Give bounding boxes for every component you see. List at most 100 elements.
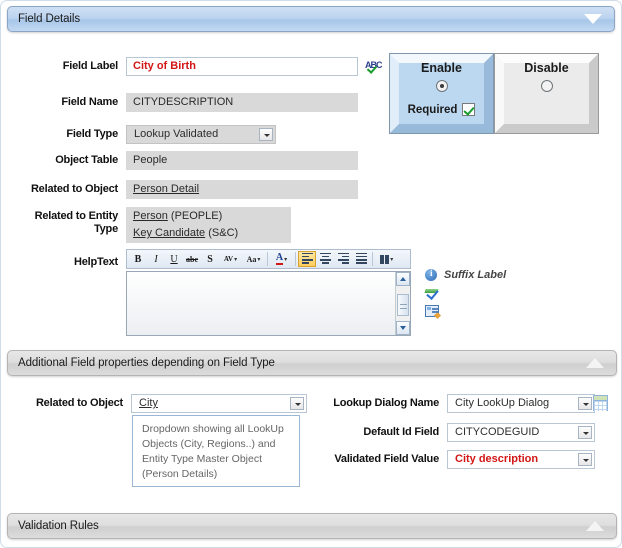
required-label: Required <box>407 103 458 116</box>
table-picker-icon[interactable] <box>593 395 608 411</box>
row-field-label: Field Label City of Birth <box>1 57 381 76</box>
entity-type-row[interactable]: Person (PEOPLE) <box>133 208 284 225</box>
chevron-down-icon[interactable] <box>578 426 592 439</box>
related-entity-type-values: Person (PEOPLE) Key Candidate (S&C) <box>126 207 291 243</box>
chevron-up-icon[interactable] <box>586 521 604 531</box>
suffix-icon-row <box>425 305 506 320</box>
related-to-object-value[interactable]: Person Detail <box>126 180 358 199</box>
entity-type-suffix-key-candidate: (S&C) <box>205 227 239 239</box>
table-picker-icon-cells <box>594 401 607 411</box>
section-header-validation-rules[interactable]: Validation Rules <box>7 513 617 539</box>
toolbar-divider <box>267 252 268 266</box>
character-spacing-icon[interactable]: AV ▾ <box>219 251 242 267</box>
suffix-label-cluster: Suffix Label <box>424 268 507 323</box>
required-checkbox-row[interactable]: Required <box>408 103 476 116</box>
object-table-value: People <box>126 151 358 170</box>
align-right-icon[interactable] <box>334 251 352 267</box>
form-edit-icon[interactable] <box>425 305 442 320</box>
chevron-up-icon[interactable] <box>586 358 604 368</box>
default-id-field-value: CITYCODEGUID <box>455 426 540 438</box>
row-related-to-object: Related to Object Person Detail <box>1 180 381 199</box>
scrollbar-thumb[interactable] <box>397 294 409 316</box>
default-id-field-dropdown[interactable]: CITYCODEGUID <box>447 423 595 442</box>
help-text-textarea[interactable] <box>126 271 411 336</box>
required-checkbox[interactable] <box>462 103 476 116</box>
help-text-scrollbar[interactable] <box>395 272 410 335</box>
label-help-text: HelpText <box>73 256 118 268</box>
field-details-form: Field Details Field Label City of Birth … <box>0 0 622 548</box>
toolbar-divider <box>372 252 373 266</box>
scroll-down-icon[interactable] <box>396 321 410 335</box>
disable-button-label: Disable <box>524 61 569 75</box>
label-field-name: Field Name <box>61 96 118 108</box>
row-default-id-field: Default Id Field CITYCODEGUID <box>311 423 611 442</box>
row-additional-related-to-object: Related to Object City <box>1 394 311 413</box>
validated-field-value-dropdown[interactable]: City description <box>447 450 595 469</box>
entity-type-link-key-candidate[interactable]: Key Candidate <box>133 227 205 239</box>
toolbar-divider <box>295 252 296 266</box>
chevron-down-icon[interactable] <box>259 128 273 141</box>
section-header-field-details[interactable]: Field Details <box>7 6 615 32</box>
chevron-down-icon[interactable] <box>290 397 304 410</box>
row-field-type: Field Type Lookup Validated <box>1 125 381 144</box>
align-justify-icon[interactable] <box>352 251 370 267</box>
label-additional-related-to-object: Related to Object <box>35 397 123 409</box>
bold-icon[interactable]: B <box>129 251 147 267</box>
label-lookup-dialog-name: Lookup Dialog Name <box>333 397 439 409</box>
shadow-text-icon[interactable]: S <box>201 251 219 267</box>
additional-related-to-object-dropdown[interactable]: City <box>131 394 307 413</box>
disable-button[interactable]: Disable <box>494 53 599 134</box>
suffix-icon-row <box>424 287 506 300</box>
field-type-dropdown-value: Lookup Validated <box>134 128 219 140</box>
row-lookup-dialog-name: Lookup Dialog Name City LookUp Dialog <box>311 394 611 413</box>
info-icon[interactable] <box>425 268 437 281</box>
disable-radio[interactable] <box>540 80 553 92</box>
section-title-validation-rules: Validation Rules <box>18 520 99 532</box>
enable-button-label: Enable <box>421 61 462 75</box>
entity-type-row[interactable]: Key Candidate (S&C) <box>133 225 284 242</box>
dropdown-hint-panel: Dropdown showing all LookUp Objects (Cit… <box>132 415 300 487</box>
chevron-down-icon[interactable] <box>578 453 592 466</box>
section-title-field-details: Field Details <box>18 13 80 25</box>
enable-radio[interactable] <box>435 80 448 92</box>
label-field-type: Field Type <box>66 128 118 140</box>
label-related-entity-type-line1: Related to Entity <box>34 210 119 222</box>
entity-type-suffix-person: (PEOPLE) <box>167 210 223 222</box>
suffix-label-row: Suffix Label <box>425 268 507 281</box>
label-object-table: Object Table <box>55 154 118 166</box>
field-label-input[interactable]: City of Birth <box>126 57 358 76</box>
change-case-icon[interactable]: Aa ▾ <box>242 251 265 267</box>
label-field-label: Field Label <box>62 60 118 72</box>
label-default-id-field: Default Id Field <box>363 426 439 438</box>
field-type-dropdown[interactable]: Lookup Validated <box>126 125 276 144</box>
spellcheck-icon[interactable]: ABC <box>365 60 382 74</box>
related-to-object-link[interactable]: Person Detail <box>133 183 199 195</box>
font-color-icon[interactable]: A ▾ <box>270 251 293 267</box>
chevron-down-icon[interactable] <box>578 397 592 410</box>
columns-icon[interactable]: ▾ <box>375 251 398 267</box>
label-related-entity-type: Related to Entity Type <box>1 207 119 236</box>
align-center-icon[interactable] <box>316 251 334 267</box>
scroll-up-icon[interactable] <box>396 272 410 286</box>
italic-icon[interactable]: I <box>147 251 165 267</box>
label-related-to-object: Related to Object <box>30 183 118 195</box>
chevron-down-icon[interactable] <box>584 14 602 24</box>
spellcheck-icon[interactable] <box>424 287 440 300</box>
help-text-editor: B I U abc S AV ▾ Aa ▾ A ▾ ▾ <box>126 249 411 336</box>
strikethrough-icon[interactable]: abc <box>183 251 201 267</box>
entity-type-link-person[interactable]: Person <box>133 210 168 222</box>
suffix-label-text: Suffix Label <box>444 269 507 281</box>
label-related-entity-type-line2: Type <box>93 223 118 235</box>
dropdown-hint-text: Dropdown showing all LookUp Objects (Cit… <box>142 423 284 480</box>
row-validated-field-value: Validated Field Value City description <box>311 450 611 469</box>
lookup-dialog-name-dropdown[interactable]: City LookUp Dialog <box>447 394 595 413</box>
align-left-icon[interactable] <box>298 251 316 267</box>
section-header-additional-properties[interactable]: Additional Field properties depending on… <box>7 350 617 376</box>
underline-icon[interactable]: U <box>165 251 183 267</box>
section-title-additional-properties: Additional Field properties depending on… <box>18 357 275 369</box>
validated-field-value-value: City description <box>455 453 539 465</box>
enable-button[interactable]: Enable Required <box>389 53 494 134</box>
field-name-value: CITYDESCRIPTION <box>126 93 358 112</box>
label-validated-field-value: Validated Field Value <box>334 453 439 465</box>
help-text-toolbar: B I U abc S AV ▾ Aa ▾ A ▾ ▾ <box>126 249 411 269</box>
